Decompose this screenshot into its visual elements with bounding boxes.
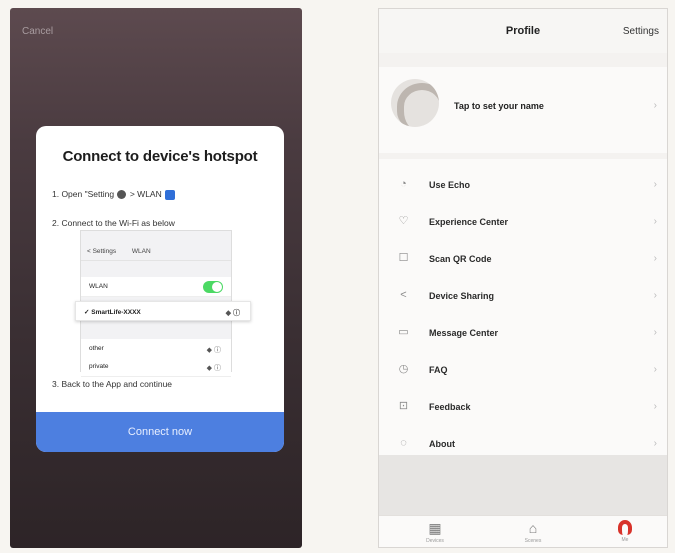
settings-icon: [117, 190, 127, 200]
menu-label: Scan QR Code: [429, 254, 492, 264]
wifi-network-name-2: other: [89, 345, 104, 352]
menu-label: Device Sharing: [429, 291, 495, 301]
menu-label: Experience Center: [429, 217, 509, 227]
menu-label: About: [429, 439, 455, 449]
tab-bar: ▦ Devices ⌂ Scenes Me: [379, 515, 667, 547]
menu-item-scan-qr-code[interactable]: ☐ Scan QR Code ›: [379, 241, 667, 278]
menu-item-faq[interactable]: ◷ FAQ ›: [379, 352, 667, 389]
message-icon: ▭: [398, 326, 409, 338]
menu-label: Message Center: [429, 328, 499, 338]
menu-item-feedback[interactable]: ⊡ Feedback ›: [379, 389, 667, 426]
chevron-right-icon: ›: [653, 100, 657, 111]
profile-header: Profile Settings: [379, 9, 667, 53]
profile-name-prompt[interactable]: Tap to set your name: [454, 101, 544, 111]
chevron-right-icon: ›: [653, 327, 657, 338]
menu-item-experience-center[interactable]: ♡ Experience Center ›: [379, 204, 667, 241]
wifi-signal-icon: ◆ ⓘ: [206, 365, 221, 372]
wifi-network-name: ✓ SmartLife-XXXX: [84, 309, 141, 316]
profile-screen: Profile Settings Tap to set your name › …: [378, 8, 668, 548]
hotspot-screen: Cancel Connect to device's hotspot 1. Op…: [10, 8, 302, 548]
house-icon: ⌂: [528, 520, 538, 536]
step-1-tail: > WLAN: [129, 189, 162, 199]
chevron-right-icon: ›: [653, 438, 657, 449]
echo-icon: ◔: [400, 178, 407, 190]
wifi-toggle-row: WLAN: [81, 277, 231, 297]
dialog-title: Connect to device's hotspot: [62, 148, 258, 165]
menu-item-use-echo[interactable]: ◔ Use Echo ›: [379, 167, 667, 204]
chevron-right-icon: ›: [653, 290, 657, 301]
chevron-right-icon: ›: [653, 253, 657, 264]
wifi-status-bar: [81, 231, 231, 243]
step-2: 2. Connect to the Wi-Fi as below: [52, 218, 175, 228]
grid-icon: ▦: [428, 520, 442, 536]
heart-icon: ♡: [398, 215, 409, 227]
tab-me[interactable]: Me: [605, 520, 645, 543]
menu-label: Use Echo: [429, 180, 471, 190]
chevron-right-icon: ›: [653, 401, 657, 412]
me-icon: [618, 520, 632, 535]
wifi-icon: [165, 189, 176, 200]
hotspot-dialog: Connect to device's hotspot 1. Open "Set…: [36, 126, 284, 452]
tab-scenes[interactable]: ⌂ Scenes: [513, 520, 553, 544]
profile-menu: ◔ Use Echo › ♡ Experience Center › ☐ Sca…: [379, 159, 667, 455]
scan-icon: ☐: [398, 252, 409, 264]
chevron-right-icon: ›: [653, 216, 657, 227]
step-3: 3. Back to the App and continue: [52, 379, 173, 389]
wifi-toggle-label: WLAN: [89, 283, 108, 290]
share-icon: <: [400, 289, 407, 301]
avatar[interactable]: [391, 79, 439, 127]
wifi-nav-title: WLAN: [131, 248, 151, 255]
wifi-settings-illustration: < Settings WLAN WLAN ✓ SmartLife-XXXX ◆ …: [75, 230, 251, 377]
wifi-nav: < Settings WLAN: [81, 243, 231, 261]
menu-label: Feedback: [429, 402, 471, 412]
step-1: 1. Open "Setting > WLAN: [52, 189, 176, 200]
about-icon: ◌: [400, 437, 407, 449]
feedback-icon: ⊡: [398, 400, 409, 412]
tab-label: Scenes: [524, 538, 542, 544]
wifi-network-row: other ◆ ⓘ: [81, 339, 231, 359]
wifi-network-name-3: private: [89, 363, 109, 370]
wifi-toggle: [203, 281, 223, 293]
profile-card[interactable]: Tap to set your name ›: [379, 67, 667, 153]
chevron-right-icon: ›: [653, 179, 657, 190]
settings-link[interactable]: Settings: [623, 26, 659, 37]
menu-item-message-center[interactable]: ▭ Message Center ›: [379, 315, 667, 352]
step-1-text: 1. Open "Setting: [52, 189, 115, 199]
wifi-signal-icon: ◆ ⓘ: [206, 347, 221, 354]
tab-label: Devices: [426, 538, 444, 544]
tab-label: Me: [621, 537, 629, 543]
chevron-right-icon: ›: [653, 364, 657, 375]
wifi-selected-network: ✓ SmartLife-XXXX ◆ ⓘ: [75, 301, 251, 321]
faq-icon: ◷: [398, 363, 409, 375]
wifi-nav-back: < Settings: [87, 248, 117, 255]
menu-item-device-sharing[interactable]: < Device Sharing ›: [379, 278, 667, 315]
empty-area: [379, 455, 667, 515]
menu-label: FAQ: [429, 365, 448, 375]
connect-now-button[interactable]: Connect now: [36, 412, 284, 452]
wifi-network-row: private ◆ ⓘ: [81, 357, 231, 377]
tab-devices[interactable]: ▦ Devices: [415, 520, 455, 544]
cancel-link[interactable]: Cancel: [22, 26, 53, 37]
wifi-signal-icon: ◆ ⓘ: [225, 310, 240, 317]
